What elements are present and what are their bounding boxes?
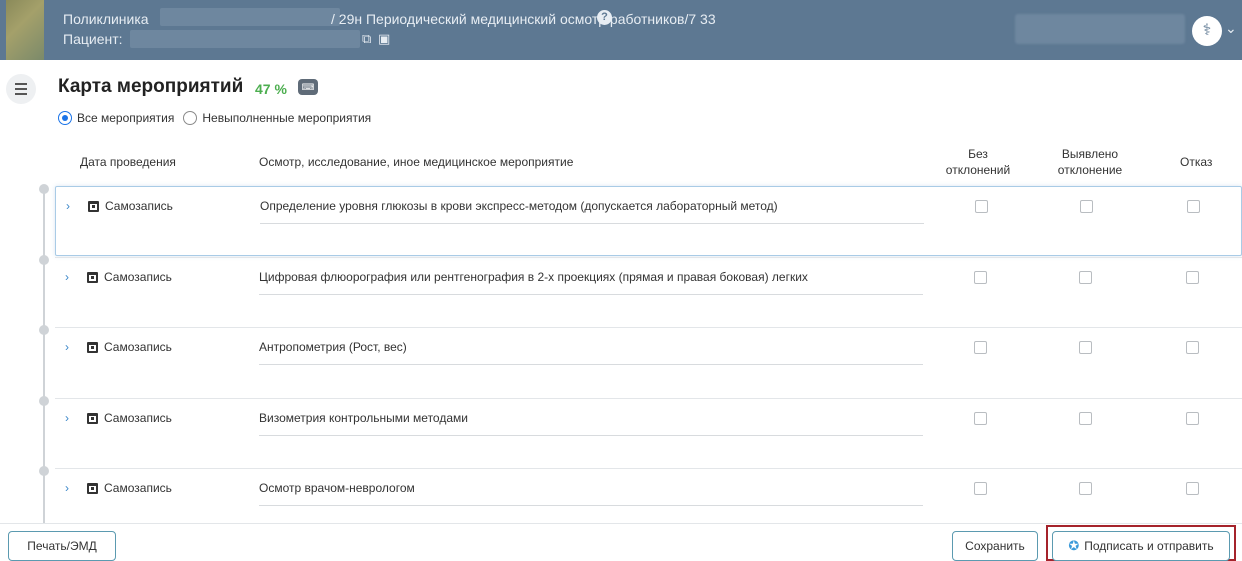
redacted-patient-name — [130, 30, 360, 48]
header-line-patient: Пациент: — [63, 31, 123, 47]
filter-incomplete-radio[interactable] — [183, 111, 198, 125]
row-service: Осмотр врачом-неврологом — [259, 481, 923, 506]
app-header: Поликлиника / 29н Периодический медицинс… — [0, 0, 1242, 60]
filter-incomplete-label[interactable]: Невыполненные мероприятия — [202, 111, 371, 125]
no-deviation-checkbox[interactable] — [975, 200, 988, 213]
no-deviation-checkbox[interactable] — [974, 271, 987, 284]
redacted-user-info — [1015, 14, 1185, 44]
column-header-normal-line2: отклонений — [945, 163, 1011, 177]
stethoscope-icon[interactable]: ⚕ — [1192, 16, 1222, 46]
row-date: Самозапись — [104, 481, 172, 495]
column-header-deviation: Выявлено отклонение — [1045, 146, 1135, 178]
certificate-icon: ✪ — [1068, 538, 1080, 553]
deviation-checkbox[interactable] — [1079, 271, 1092, 284]
row-date: Самозапись — [105, 199, 173, 213]
menu-button[interactable] — [6, 74, 36, 104]
expand-row-icon[interactable]: › — [65, 411, 69, 425]
row-service: Цифровая флюорография или рентгенография… — [259, 270, 923, 295]
timeline-dot — [39, 325, 49, 335]
row-date: Самозапись — [104, 270, 172, 284]
timeline-dot — [39, 255, 49, 265]
table-row[interactable]: › Самозапись Цифровая флюорография или р… — [55, 257, 1242, 327]
calendar-icon — [87, 272, 98, 283]
refusal-checkbox[interactable] — [1186, 412, 1199, 425]
page-title: Карта мероприятий — [58, 76, 244, 97]
help-icon[interactable]: ? — [597, 10, 612, 25]
calendar-icon — [87, 413, 98, 424]
no-deviation-checkbox[interactable] — [974, 482, 987, 495]
row-date: Самозапись — [104, 340, 172, 354]
chevron-down-icon[interactable]: ⌄ — [1225, 20, 1237, 37]
refusal-checkbox[interactable] — [1187, 200, 1200, 213]
calendar-icon — [87, 483, 98, 494]
deviation-checkbox[interactable] — [1079, 341, 1092, 354]
column-header-deviation-line2: отклонение — [1057, 163, 1123, 177]
clinic-label: Поликлиника — [63, 11, 149, 27]
table-row[interactable]: › Самозапись Определение уровня глюкозы … — [55, 186, 1242, 256]
timeline-dot — [39, 184, 49, 194]
completion-percent: 47 % — [255, 81, 287, 97]
save-button[interactable]: Сохранить — [952, 531, 1038, 561]
filter-all-radio[interactable] — [58, 111, 72, 125]
table-row[interactable]: › Самозапись Антропометрия (Рост, вес) — [55, 327, 1242, 397]
expand-row-icon[interactable]: › — [65, 340, 69, 354]
refusal-checkbox[interactable] — [1186, 341, 1199, 354]
expand-row-icon[interactable]: › — [65, 481, 69, 495]
table-row[interactable]: › Самозапись Осмотр врачом-неврологом — [55, 468, 1242, 523]
document-title: / 29н Периодический медицинский осмотр р… — [331, 11, 716, 27]
expand-row-icon[interactable]: › — [65, 270, 69, 284]
expand-row-icon[interactable]: › — [66, 199, 70, 213]
open-external-icon[interactable]: ⧉ — [362, 31, 371, 47]
sign-and-send-button[interactable]: ✪ Подписать и отправить — [1052, 531, 1230, 561]
row-date: Самозапись — [104, 411, 172, 425]
no-deviation-checkbox[interactable] — [974, 341, 987, 354]
column-header-event: Осмотр, исследование, иное медицинское м… — [259, 155, 574, 169]
footer-divider — [0, 523, 1242, 524]
print-emd-button[interactable]: Печать/ЭМД — [8, 531, 116, 561]
row-service: Визометрия контрольными методами — [259, 411, 923, 436]
row-service: Антропометрия (Рост, вес) — [259, 340, 923, 365]
deviation-checkbox[interactable] — [1079, 412, 1092, 425]
timeline-dot — [39, 396, 49, 406]
refusal-checkbox[interactable] — [1186, 482, 1199, 495]
column-header-normal: Без отклонений — [938, 146, 1018, 178]
calendar-icon — [87, 342, 98, 353]
column-header-date: Дата проведения — [80, 155, 176, 169]
timeline-dot — [39, 466, 49, 476]
filter-incomplete-option[interactable]: Невыполненные мероприятия — [183, 111, 371, 125]
deviation-checkbox[interactable] — [1079, 482, 1092, 495]
filter-all-label[interactable]: Все мероприятия — [77, 111, 174, 125]
refusal-checkbox[interactable] — [1186, 271, 1199, 284]
table-row[interactable]: › Самозапись Визометрия контрольными мет… — [55, 398, 1242, 468]
filter-radio-group: Все мероприятия Невыполненные мероприяти… — [58, 111, 380, 125]
deviation-checkbox[interactable] — [1080, 200, 1093, 213]
row-service: Определение уровня глюкозы в крови экспр… — [260, 199, 924, 224]
filter-all-option[interactable]: Все мероприятия — [58, 111, 174, 125]
calendar-icon — [88, 201, 99, 212]
redacted-clinic-name — [160, 8, 340, 26]
patient-label: Пациент: — [63, 31, 123, 47]
app-logo — [6, 0, 44, 60]
column-header-normal-line1: Без — [968, 147, 988, 161]
column-header-deviation-line1: Выявлено — [1061, 147, 1119, 161]
patient-card-icon[interactable]: ▣ — [378, 31, 390, 47]
column-header-refusal: Отказ — [1180, 155, 1213, 169]
no-deviation-checkbox[interactable] — [974, 412, 987, 425]
keyboard-icon[interactable]: ⌨ — [298, 79, 318, 95]
header-line-clinic: Поликлиника / 29н Периодический медицинс… — [63, 11, 716, 27]
sign-and-send-label[interactable]: Подписать и отправить — [1084, 539, 1213, 553]
